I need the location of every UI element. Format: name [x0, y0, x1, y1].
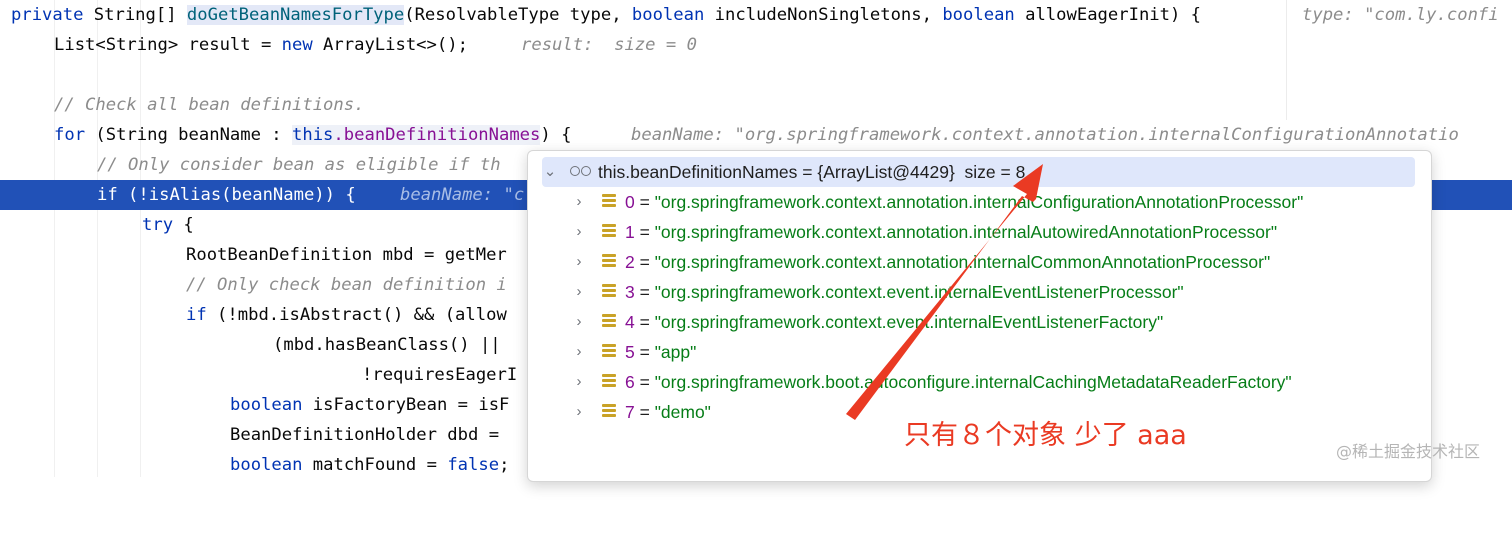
watermark: @稀土掘金技术社区: [1336, 442, 1481, 461]
annotation-arrow: [846, 164, 1043, 420]
annotation-text: 只有８个对象 少了 aaa: [904, 420, 1187, 451]
